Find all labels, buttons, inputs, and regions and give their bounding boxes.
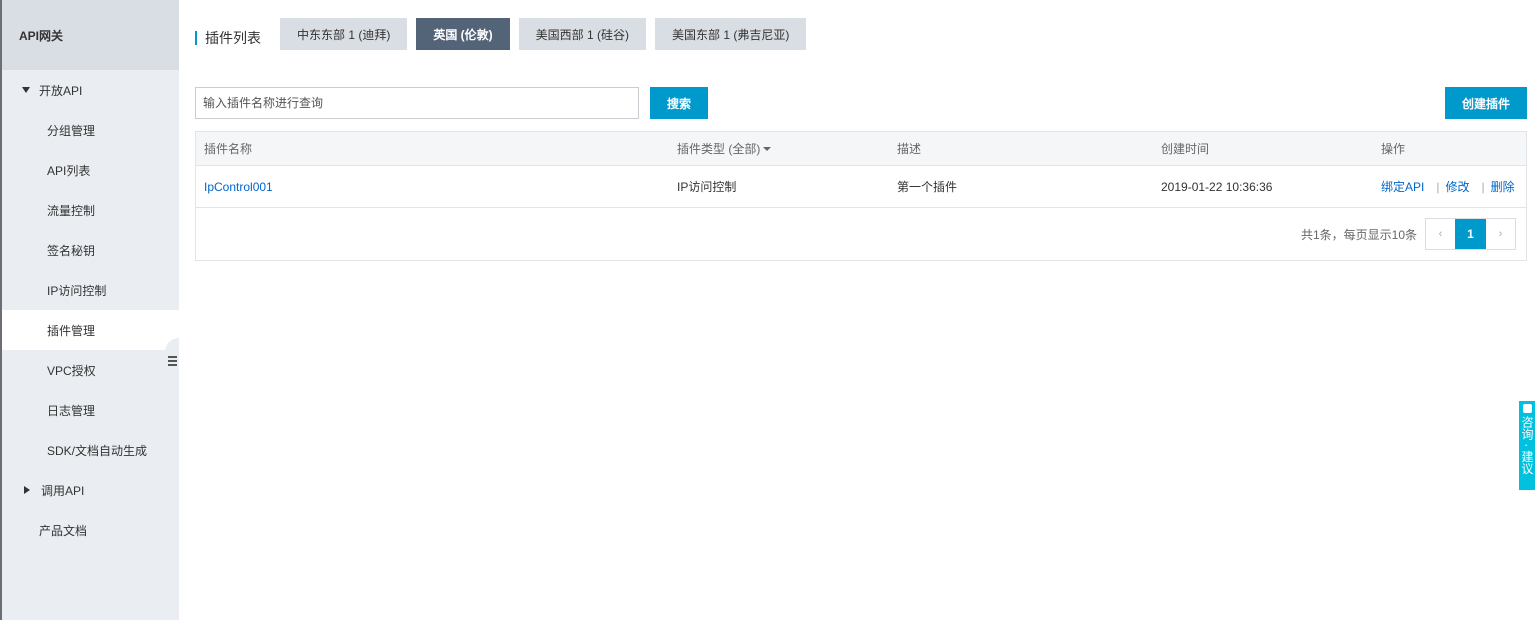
search-button[interactable]: 搜索 (650, 87, 708, 119)
pagination: ‹ 1 › (1425, 218, 1516, 250)
delete-link[interactable]: 删除 (1491, 178, 1515, 195)
region-tab-london[interactable]: 英国 (伦敦) (416, 18, 510, 50)
header-description: 描述 (897, 142, 922, 156)
header-created-time: 创建时间 (1161, 142, 1210, 156)
region-tabs: 中东东部 1 (迪拜) 英国 (伦敦) 美国西部 1 (硅谷) 美国东部 1 (… (280, 18, 815, 50)
prev-page-button[interactable]: ‹ (1426, 219, 1455, 249)
sidebar-item-signature-keys[interactable]: 签名秘钥 (2, 230, 179, 270)
header-plugin-type[interactable]: 插件类型 (全部) (677, 132, 772, 165)
feedback-label: 咨询 · 建议 (1520, 416, 1534, 475)
sidebar-item-group-management[interactable]: 分组管理 (2, 110, 179, 150)
header-actions: 操作 (1381, 142, 1406, 156)
bind-api-link[interactable]: 绑定API (1381, 178, 1424, 195)
sidebar-section-label: 开放API (39, 83, 83, 98)
plugin-created-time: 2019-01-22 10:36:36 (1161, 179, 1273, 194)
sidebar-collapse-handle[interactable] (165, 338, 179, 384)
edit-link[interactable]: 修改 (1445, 178, 1469, 195)
chat-icon (1522, 404, 1532, 413)
sidebar-item-vpc-authorization[interactable]: VPC授权 (2, 350, 179, 390)
region-tab-silicon-valley[interactable]: 美国西部 1 (硅谷) (518, 18, 647, 50)
region-tab-virginia[interactable]: 美国东部 1 (弗吉尼亚) (655, 18, 807, 50)
caret-down-icon (22, 87, 30, 93)
action-divider: | (1436, 179, 1440, 194)
sidebar: API网关 开放API 分组管理 API列表 流量控制 签名秘钥 IP访问控制 … (0, 0, 179, 620)
menu-icon (167, 360, 177, 362)
plugin-search-input[interactable] (195, 87, 639, 119)
page-title: 插件列表 (195, 29, 261, 47)
next-page-button[interactable]: › (1486, 219, 1515, 249)
sidebar-title: API网关 (2, 0, 179, 70)
header-plugin-name: 插件名称 (204, 142, 253, 156)
table-row: IpControl001 IP访问控制 第一个插件 2019-01-22 10:… (196, 166, 1526, 208)
pagination-bar: 共1条，每页显示10条 ‹ 1 › (196, 209, 1526, 261)
row-actions: 绑定API | 修改 | 删除 (1381, 166, 1515, 207)
sidebar-section-label: 调用API (41, 483, 85, 498)
sidebar-item-plugin-management[interactable]: 插件管理 (2, 310, 179, 350)
page-1-button[interactable]: 1 (1455, 219, 1486, 249)
sidebar-item-sdk-docs[interactable]: SDK/文档自动生成 (2, 430, 179, 470)
plugin-description: 第一个插件 (897, 180, 958, 194)
sidebar-item-product-docs[interactable]: 产品文档 (2, 510, 179, 550)
header-plugin-type-label: 插件类型 (全部) (677, 142, 761, 156)
caret-right-icon (24, 486, 30, 494)
sidebar-item-log-management[interactable]: 日志管理 (2, 390, 179, 430)
sidebar-section-open-api[interactable]: 开放API (2, 70, 179, 110)
plugin-type: IP访问控制 (677, 180, 737, 194)
region-tab-dubai[interactable]: 中东东部 1 (迪拜) (280, 18, 408, 50)
sidebar-item-api-list[interactable]: API列表 (2, 150, 179, 190)
pagination-summary: 共1条，每页显示10条 (1300, 228, 1417, 242)
page-title-text: 插件列表 (205, 30, 261, 46)
plugin-name-link[interactable]: IpControl001 (204, 166, 273, 207)
caret-down-icon (763, 146, 772, 151)
action-divider: | (1481, 179, 1485, 194)
feedback-tab[interactable]: 咨询 · 建议 (1519, 401, 1535, 490)
title-accent-bar (195, 31, 197, 45)
sidebar-item-traffic-control[interactable]: 流量控制 (2, 190, 179, 230)
plugin-table: 插件名称 插件类型 (全部) 描述 创建时间 操作 IpControl001 I… (195, 131, 1527, 261)
create-plugin-button[interactable]: 创建插件 (1445, 87, 1527, 119)
sidebar-item-ip-access-control[interactable]: IP访问控制 (2, 270, 179, 310)
table-header: 插件名称 插件类型 (全部) 描述 创建时间 操作 (196, 132, 1526, 166)
sidebar-section-call-api[interactable]: 调用API (2, 470, 179, 510)
